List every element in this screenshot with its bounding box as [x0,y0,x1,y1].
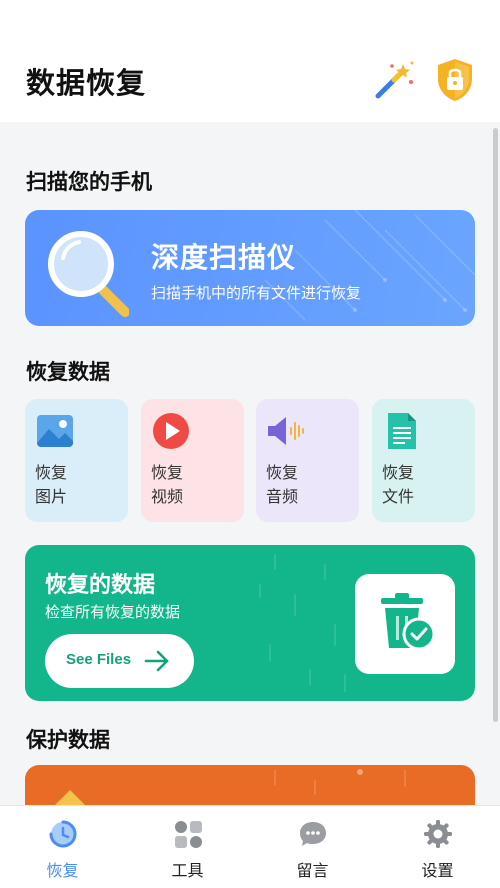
nav-label-messages: 留言 [296,861,329,880]
recover-files-label: 恢复 文件 [382,463,415,506]
recover-clock-icon [49,820,77,848]
recover-photos-label: 恢复 图片 [35,463,68,506]
nav-item-recover[interactable]: 恢复 [0,806,125,888]
recovered-data-card[interactable]: 恢复的数据 检查所有恢复的数据 See Files [25,545,475,701]
tools-grid-icon [175,821,202,848]
recovered-card-subtitle: 检查所有恢复的数据 [45,603,181,621]
video-play-icon [153,413,189,449]
protect-section-title: 保护数据 [26,728,110,752]
see-files-label: See Files [66,651,132,668]
recovered-card-title: 恢复的数据 [45,573,156,598]
gear-icon [424,820,452,848]
protect-data-card[interactable] [25,765,475,805]
deep-scan-card[interactable]: 深度扫描仪 扫描手机中的所有文件进行恢复 [25,210,475,326]
recovered-trash-tile [355,574,455,674]
recover-audio-tile[interactable]: 恢复 音频 [256,399,359,522]
nav-label-recover: 恢复 [46,861,79,880]
scrollbar[interactable] [493,128,498,722]
privacy-lock-button[interactable] [434,57,476,103]
recover-section-title: 恢复数据 [26,360,110,384]
recover-videos-tile[interactable]: 恢复 视频 [141,399,244,522]
scan-card-subtitle: 扫描手机中的所有文件进行恢复 [151,284,362,302]
document-icon [388,413,416,449]
recover-videos-label: 恢复 视频 [151,463,184,506]
shield-lock-icon [438,59,472,101]
arrow-right-icon [144,650,169,672]
chat-bubble-icon [300,822,326,846]
nav-label-settings: 设置 [421,861,454,880]
magic-wand-button[interactable] [372,58,416,102]
magic-wand-icon [375,61,414,99]
magnifier-icon [48,231,129,317]
image-icon [37,415,73,447]
nav-label-tools: 工具 [171,861,204,880]
page-title: 数据恢复 [26,66,147,100]
nav-item-settings[interactable]: 设置 [375,806,500,888]
protect-card-pattern [55,769,406,805]
nav-item-messages[interactable]: 留言 [250,806,375,888]
bottom-nav: 恢复 工具 留言 设置 [0,805,500,888]
trash-restore-icon [381,593,436,651]
nav-item-tools[interactable]: 工具 [125,806,250,888]
recover-photos-tile[interactable]: 恢复 图片 [25,399,128,522]
recover-files-tile[interactable]: 恢复 文件 [372,399,475,522]
scan-section-title: 扫描您的手机 [26,170,152,194]
app-header: 数据恢复 [0,0,500,122]
see-files-button[interactable]: See Files [45,634,194,688]
audio-speaker-icon [268,417,304,445]
recover-audio-label: 恢复 音频 [266,463,299,506]
scan-card-title: 深度扫描仪 [151,241,297,274]
